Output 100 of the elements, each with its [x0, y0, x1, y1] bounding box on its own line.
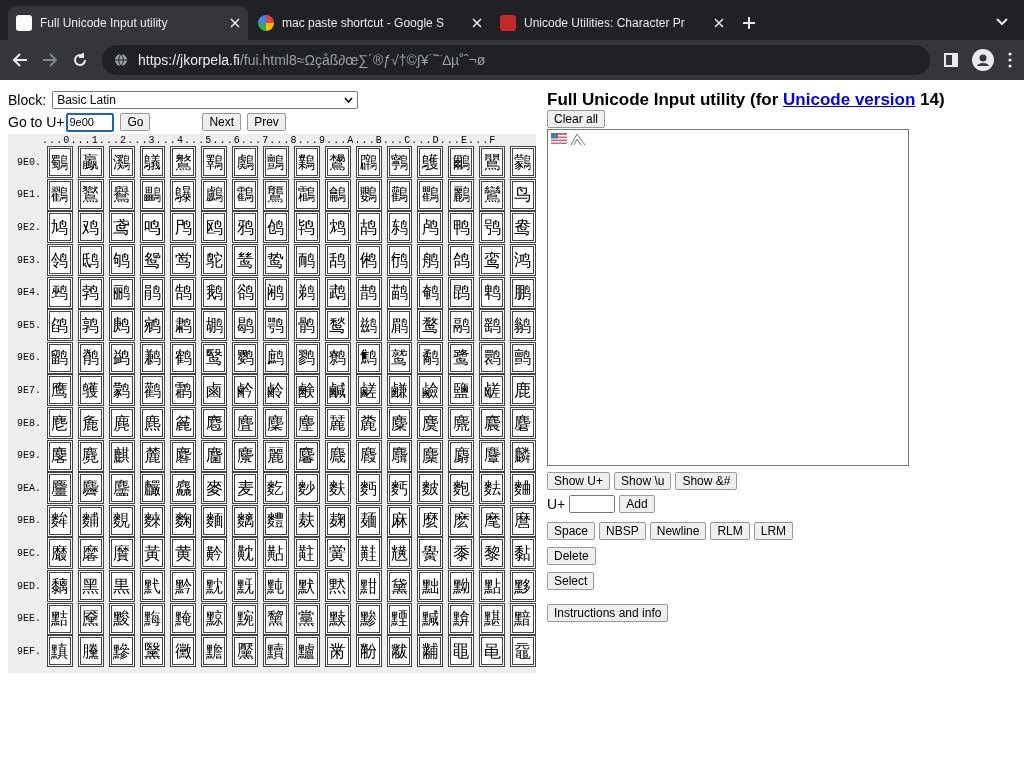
character-cell[interactable]: 鸩	[324, 211, 351, 244]
character-cell[interactable]: 麤	[170, 472, 197, 505]
character-cell[interactable]: 麴	[170, 504, 197, 537]
address-bar[interactable]: https://jkorpela.fi/fui.html8≈Ωçåß∂œ∑´®ƒ√†©∫¥˙˜¨∆µ˚ˆ¬ø	[102, 45, 930, 75]
character-cell[interactable]: 麽	[448, 504, 475, 537]
character-cell[interactable]: 鹡	[77, 341, 104, 374]
character-cell[interactable]: 鸚	[355, 178, 382, 211]
character-cell[interactable]: 鹇	[263, 276, 289, 309]
show-format-button[interactable]: Show &#	[675, 472, 738, 490]
character-cell[interactable]: 鸒	[108, 178, 135, 211]
character-cell[interactable]: 麆	[232, 407, 259, 440]
character-cell[interactable]: 鸽	[448, 244, 475, 277]
character-cell[interactable]: 鹙	[324, 309, 351, 342]
character-cell[interactable]: 麟	[510, 439, 536, 472]
character-cell[interactable]: 鸡	[77, 211, 104, 244]
character-cell[interactable]: 鸕	[201, 178, 228, 211]
character-cell[interactable]: 黾	[479, 635, 506, 668]
character-cell[interactable]: 鸷	[263, 244, 289, 277]
character-cell[interactable]: 鸞	[479, 178, 506, 211]
close-icon[interactable]	[472, 18, 482, 28]
character-cell[interactable]: 黉	[324, 537, 351, 570]
character-cell[interactable]: 麝	[448, 439, 475, 472]
side-panel-icon[interactable]	[944, 53, 958, 67]
character-cell[interactable]: 黴	[170, 635, 197, 668]
character-cell[interactable]: 鸐	[46, 178, 73, 211]
character-cell[interactable]: 鹐	[46, 309, 73, 342]
prev-button[interactable]: Prev	[247, 113, 286, 131]
character-cell[interactable]: 黔	[170, 570, 197, 602]
character-cell[interactable]: 鹠	[46, 341, 73, 374]
character-cell[interactable]: 黮	[479, 602, 506, 635]
character-cell[interactable]: 黵	[201, 635, 228, 668]
insert-button[interactable]: NBSP	[599, 522, 646, 540]
character-cell[interactable]: 麖	[232, 439, 259, 472]
character-cell[interactable]: 鸣	[139, 211, 166, 244]
character-cell[interactable]: 麄	[170, 407, 197, 440]
character-cell[interactable]: 鹀	[46, 276, 73, 309]
reload-icon[interactable]	[72, 52, 88, 68]
character-cell[interactable]: 鹕	[201, 309, 228, 342]
character-cell[interactable]: 麙	[324, 439, 351, 472]
character-cell[interactable]: 麂	[108, 407, 135, 440]
character-cell[interactable]: 麁	[77, 407, 104, 440]
character-cell[interactable]: 麍	[448, 407, 475, 440]
character-cell[interactable]: 麑	[77, 439, 104, 472]
character-cell[interactable]: 鹒	[108, 309, 135, 342]
character-cell[interactable]: 鹹	[324, 374, 351, 407]
character-cell[interactable]: 黯	[510, 602, 536, 635]
character-cell[interactable]: 黜	[417, 570, 444, 602]
character-cell[interactable]: 黛	[386, 570, 413, 602]
character-cell[interactable]: 麳	[139, 504, 166, 537]
close-icon[interactable]	[714, 18, 724, 28]
character-cell[interactable]: 黣	[139, 602, 166, 635]
character-cell[interactable]: 黽	[448, 635, 475, 668]
character-cell[interactable]: 鸶	[232, 244, 259, 277]
character-cell[interactable]: 鸢	[108, 211, 135, 244]
insert-button[interactable]: LRM	[753, 522, 794, 540]
character-cell[interactable]: 鸭	[448, 211, 475, 244]
character-cell[interactable]: 鸥	[201, 211, 228, 244]
character-cell[interactable]: 鸁	[77, 146, 104, 179]
block-select[interactable]: Basic Latin	[52, 91, 359, 109]
character-cell[interactable]: 麻	[386, 504, 413, 537]
character-cell[interactable]: 黢	[108, 602, 135, 635]
instructions-button[interactable]: Instructions and info	[547, 604, 669, 622]
delete-button[interactable]: Delete	[547, 547, 596, 565]
character-cell[interactable]: 麣	[139, 472, 166, 505]
character-cell[interactable]: 麯	[510, 472, 536, 505]
character-cell[interactable]: 鸀	[46, 146, 73, 179]
unicode-version-link[interactable]: Unicode version	[783, 90, 916, 109]
character-cell[interactable]: 鹤	[170, 341, 197, 374]
character-cell[interactable]: 黨	[293, 602, 320, 635]
character-cell[interactable]: 黷	[263, 635, 289, 668]
character-cell[interactable]: 鸼	[417, 244, 444, 277]
character-cell[interactable]: 鹍	[448, 276, 475, 309]
character-cell[interactable]: 鹷	[263, 374, 289, 407]
character-cell[interactable]: 鸻	[386, 244, 413, 277]
character-cell[interactable]: 鹋	[386, 276, 413, 309]
character-cell[interactable]: 鹳	[139, 374, 166, 407]
character-cell[interactable]: 黫	[386, 602, 413, 635]
character-cell[interactable]: 黖	[232, 570, 259, 602]
character-cell[interactable]: 鹥	[201, 341, 228, 374]
character-cell[interactable]: 黠	[46, 602, 73, 635]
character-cell[interactable]: 鹯	[510, 341, 536, 374]
character-cell[interactable]: 麛	[386, 439, 413, 472]
character-cell[interactable]: 鸟	[510, 178, 536, 211]
character-cell[interactable]: 鹺	[355, 374, 382, 407]
character-cell[interactable]: 黅	[201, 537, 228, 570]
character-cell[interactable]: 黺	[355, 635, 382, 668]
character-cell[interactable]: 麾	[479, 504, 506, 537]
character-cell[interactable]: 麪	[355, 472, 382, 505]
character-cell[interactable]: 鹪	[355, 341, 382, 374]
character-cell[interactable]: 鹃	[139, 276, 166, 309]
character-cell[interactable]: 麼	[417, 504, 444, 537]
character-cell[interactable]: 鸇	[263, 146, 289, 179]
character-cell[interactable]: 黒	[108, 570, 135, 602]
character-cell[interactable]: 鹿	[510, 374, 536, 407]
add-code-input[interactable]	[569, 495, 616, 513]
select-button[interactable]: Select	[547, 572, 595, 590]
character-cell[interactable]: 鸪	[355, 211, 382, 244]
character-cell[interactable]: 鹅	[201, 276, 228, 309]
character-cell[interactable]: 鹘	[293, 309, 320, 342]
character-cell[interactable]: 黊	[355, 537, 382, 570]
